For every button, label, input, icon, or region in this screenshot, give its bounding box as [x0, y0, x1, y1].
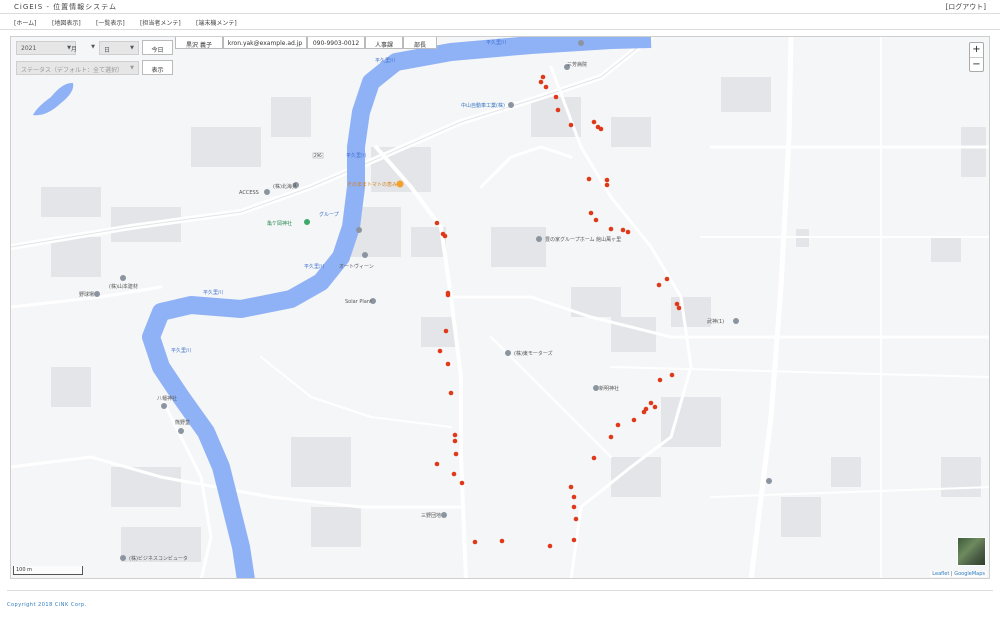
location-marker[interactable] [571, 537, 577, 543]
location-marker[interactable] [608, 226, 614, 232]
copyright: Copyright 2018 CiNK Corp. [7, 602, 87, 608]
year-value: 2021 [21, 45, 37, 52]
location-marker[interactable] [588, 210, 594, 216]
location-marker[interactable] [620, 227, 626, 233]
googlemaps-link[interactable]: GoogleMaps [954, 571, 985, 577]
month-select[interactable]: 月 ▼ [67, 41, 99, 55]
scale-bar: 100 m [13, 566, 83, 575]
zoom-out-button[interactable]: − [970, 57, 983, 71]
location-marker[interactable] [555, 107, 561, 113]
location-marker[interactable] [547, 543, 553, 549]
status-select[interactable]: ステータス（デフォルト：全て選択） ▼ [16, 61, 139, 75]
day-select[interactable]: 日 ▼ [99, 41, 139, 55]
location-marker[interactable] [593, 217, 599, 223]
location-marker[interactable] [625, 229, 631, 235]
attribution-separator: | [950, 571, 953, 577]
location-marker[interactable] [571, 494, 577, 500]
nav-bar: [ホーム] [地図表示] [一覧表示] [担当者メンテ] [端末機メンテ] [0, 15, 1000, 30]
location-marker[interactable] [442, 233, 448, 239]
location-marker[interactable] [445, 361, 451, 367]
location-marker[interactable] [604, 177, 610, 183]
map-attribution: Leaflet | GoogleMaps [930, 571, 987, 577]
month-value: 月 [71, 46, 78, 53]
footer-divider [7, 590, 993, 591]
chevron-down-icon: ▼ [91, 44, 95, 50]
location-marker[interactable] [543, 84, 549, 90]
top-bar: CiGEIS - 位置情報システム [ログアウト] [0, 0, 1000, 14]
location-marker[interactable] [437, 348, 443, 354]
location-markers[interactable] [11, 37, 990, 579]
location-marker[interactable] [676, 305, 682, 311]
nav-staff-maintenance[interactable]: [担当者メンテ] [140, 18, 181, 27]
location-marker[interactable] [571, 504, 577, 510]
location-marker[interactable] [553, 94, 559, 100]
today-button[interactable]: 今日 [142, 40, 173, 55]
logout-link[interactable]: [ログアウト] [946, 2, 986, 12]
app-title: CiGEIS - 位置情報システム [14, 3, 117, 11]
day-value: 日 [104, 47, 111, 54]
location-marker[interactable] [615, 422, 621, 428]
nav-home[interactable]: [ホーム] [14, 18, 37, 27]
location-marker[interactable] [674, 301, 680, 307]
location-marker[interactable] [448, 390, 454, 396]
location-marker[interactable] [472, 539, 478, 545]
location-marker[interactable] [538, 79, 544, 85]
user-email: kron.yak@example.ad.jp [223, 37, 307, 49]
location-marker[interactable] [499, 538, 505, 544]
location-marker[interactable] [434, 220, 440, 226]
location-marker[interactable] [452, 438, 458, 444]
zoom-control: + − [969, 42, 984, 72]
location-marker[interactable] [664, 276, 670, 282]
location-marker[interactable] [591, 455, 597, 461]
location-marker[interactable] [453, 451, 459, 457]
location-marker[interactable] [657, 377, 663, 383]
user-position: 部長 [403, 37, 437, 49]
location-marker[interactable] [652, 404, 658, 410]
location-marker[interactable] [608, 434, 614, 440]
location-marker[interactable] [656, 282, 662, 288]
satellite-layer-toggle[interactable] [957, 537, 986, 566]
leaflet-link[interactable]: Leaflet [932, 571, 949, 577]
location-marker[interactable] [648, 400, 654, 406]
location-marker[interactable] [459, 480, 465, 486]
location-marker[interactable] [604, 182, 610, 188]
location-marker[interactable] [443, 328, 449, 334]
user-name: 黒沢 義子 [175, 37, 223, 49]
location-marker[interactable] [573, 516, 579, 522]
location-marker[interactable] [434, 461, 440, 467]
location-marker[interactable] [451, 471, 457, 477]
location-marker[interactable] [591, 119, 597, 125]
location-marker[interactable] [568, 122, 574, 128]
location-marker[interactable] [631, 417, 637, 423]
location-marker[interactable] [445, 292, 451, 298]
nav-list[interactable]: [一覧表示] [96, 18, 125, 27]
nav-device-maintenance[interactable]: [端末機メンテ] [196, 18, 237, 27]
location-marker[interactable] [598, 126, 604, 132]
nav-map[interactable]: [地図表示] [52, 18, 81, 27]
display-button[interactable]: 表示 [142, 60, 173, 75]
location-marker[interactable] [452, 432, 458, 438]
user-phone: 090-9903-0012 [307, 37, 365, 49]
chevron-down-icon: ▼ [130, 65, 134, 71]
location-marker[interactable] [641, 409, 647, 415]
chevron-down-icon: ▼ [130, 45, 134, 51]
user-department: 人事課 [365, 37, 403, 49]
location-marker[interactable] [568, 484, 574, 490]
location-marker[interactable] [540, 74, 546, 80]
status-placeholder: ステータス（デフォルト：全て選択） [21, 67, 124, 74]
map-panel[interactable]: 296 平久里川 平久里川 平久里川 平久里川 平久里川 平久里川 三芳病院 中… [10, 36, 990, 579]
location-marker[interactable] [586, 176, 592, 182]
location-marker[interactable] [669, 372, 675, 378]
zoom-in-button[interactable]: + [970, 43, 983, 57]
